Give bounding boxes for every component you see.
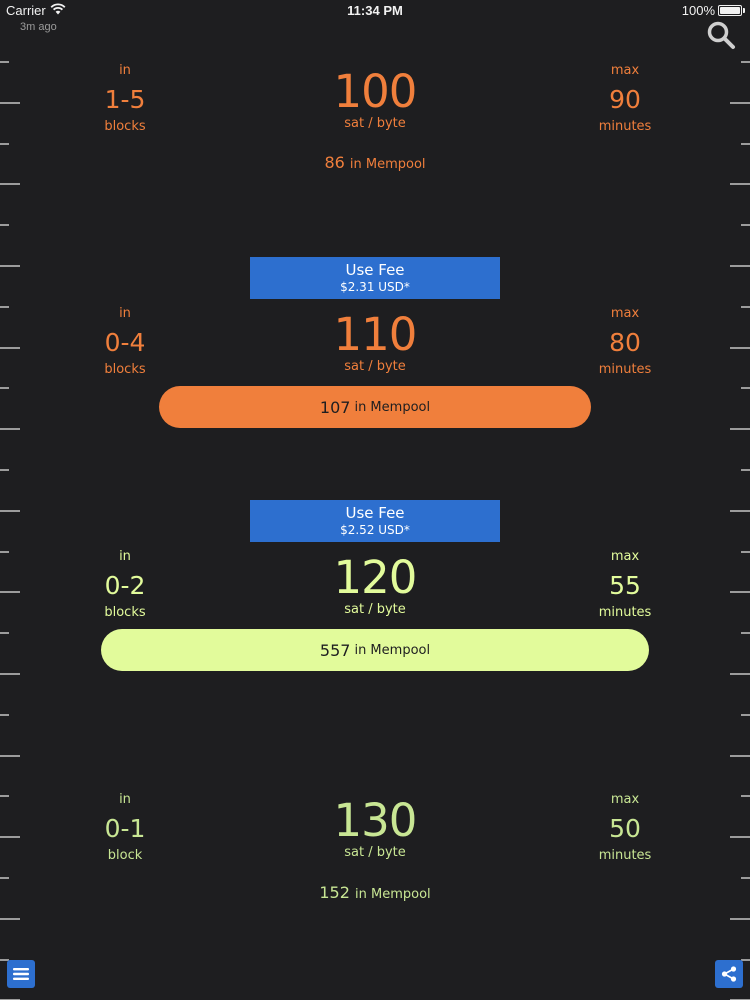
minutes-column: max 55 minutes (575, 548, 675, 622)
in-label: in (119, 306, 131, 321)
in-label: in (119, 63, 131, 78)
minutes-value: 80 (609, 328, 641, 357)
mempool-number: 557 (319, 640, 351, 660)
minutes-unit: minutes (598, 848, 652, 863)
mempool-label: in Mempool (354, 642, 431, 658)
use-fee-label: Use Fee (345, 261, 405, 279)
in-label: in (119, 549, 131, 564)
mempool-bar-2[interactable]: 107 in Mempool (159, 386, 591, 428)
fee-unit: sat / byte (344, 359, 406, 374)
ruler-tick (730, 509, 750, 512)
ruler-tick (741, 224, 750, 227)
use-fee-usd: $2.52 USD* (340, 523, 410, 537)
blocks-unit: block (107, 848, 143, 863)
ruler-tick (0, 509, 20, 512)
fee-column: 120 sat / byte (275, 548, 475, 619)
clock: 11:34 PM (347, 3, 403, 18)
fee-tier-1: in 1-5 blocks 100 sat / byte max 90 minu… (0, 62, 750, 192)
mempool-label: in Mempool (355, 887, 431, 902)
hamburger-menu-icon (13, 968, 29, 980)
max-label: max (610, 549, 640, 564)
blocks-column: in 0-4 blocks (75, 305, 175, 379)
last-updated: 3m ago (20, 21, 57, 33)
mempool-bar-3[interactable]: 557 in Mempool (101, 629, 649, 671)
ruler-tick (730, 265, 750, 267)
blocks-unit: blocks (104, 119, 146, 134)
battery-percent: 100% (681, 3, 715, 18)
use-fee-label: Use Fee (345, 504, 405, 522)
minutes-column: max 50 minutes (575, 791, 675, 865)
mempool-label: in Mempool (354, 399, 431, 415)
fee-column: 110 sat / byte (275, 305, 475, 376)
ruler-tick (0, 265, 20, 267)
in-label: in (119, 792, 131, 807)
fee-value: 100 (333, 65, 418, 118)
blocks-value: 0-1 (104, 814, 146, 843)
share-icon (721, 966, 737, 982)
max-label: max (610, 306, 640, 321)
fee-value: 120 (333, 551, 418, 604)
max-label: max (610, 792, 640, 807)
menu-button[interactable] (7, 960, 35, 988)
fee-column: 100 sat / byte (275, 62, 475, 133)
ruler-tick (730, 754, 750, 757)
share-button[interactable] (715, 960, 743, 988)
blocks-value: 0-4 (104, 328, 146, 357)
blocks-unit: blocks (104, 605, 146, 620)
minutes-value: 55 (609, 571, 641, 600)
use-fee-button[interactable]: Use Fee $2.52 USD* (250, 500, 500, 542)
fee-value: 110 (333, 308, 418, 361)
blocks-unit: blocks (104, 362, 146, 377)
fee-value: 130 (333, 794, 418, 847)
mempool-number: 107 (319, 397, 351, 417)
ruler-tick (741, 713, 750, 716)
max-label: max (610, 63, 640, 78)
use-fee-usd: $2.31 USD* (340, 280, 410, 294)
ruler-tick (0, 469, 9, 471)
blocks-value: 0-2 (104, 571, 146, 600)
status-bar: Carrier 11:34 PM 100% (0, 0, 750, 22)
mempool-count-4: 152 in Mempool (0, 883, 750, 902)
blocks-column: in 0-2 blocks (75, 548, 175, 622)
minutes-value: 90 (609, 85, 641, 114)
ruler-tick (0, 224, 9, 227)
mempool-label: in Mempool (349, 157, 426, 172)
mempool-number: 152 (319, 883, 350, 902)
minutes-value: 50 (609, 814, 641, 843)
minutes-unit: minutes (598, 605, 652, 620)
fee-column: 130 sat / byte (275, 791, 475, 862)
blocks-column: in 1-5 blocks (75, 62, 175, 136)
minutes-column: max 90 minutes (575, 62, 675, 136)
minutes-unit: minutes (598, 362, 652, 377)
blocks-value: 1-5 (104, 85, 146, 114)
fee-unit: sat / byte (344, 602, 406, 617)
blocks-column: in 0-1 block (75, 791, 175, 865)
fee-unit: sat / byte (344, 845, 406, 860)
ruler-tick (0, 713, 9, 716)
fee-unit: sat / byte (344, 116, 406, 131)
use-fee-button[interactable]: Use Fee $2.31 USD* (250, 257, 500, 299)
minutes-unit: minutes (598, 119, 652, 134)
ruler-tick (741, 469, 750, 471)
mempool-count-1: 86 in Mempool (0, 153, 750, 172)
mempool-number: 86 (324, 153, 345, 172)
minutes-column: max 80 minutes (575, 305, 675, 379)
ruler-tick (0, 754, 20, 757)
